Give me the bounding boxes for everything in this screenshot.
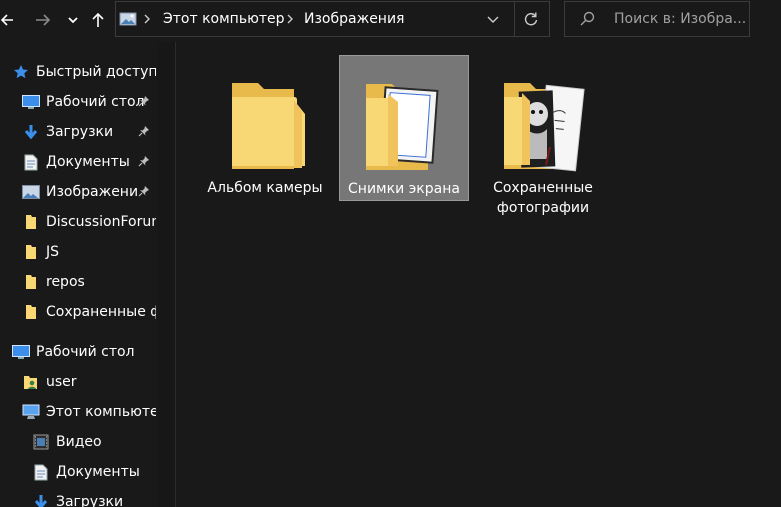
download-icon: [32, 493, 50, 507]
arrow-right-icon[interactable]: [34, 10, 52, 30]
nav-label: Документы: [46, 154, 130, 170]
nav-downloads-pinned[interactable]: Загрузки: [22, 117, 113, 147]
folder-label: Снимки экрана: [348, 181, 460, 197]
pin-icon[interactable]: [138, 155, 150, 171]
nav-documents-pinned[interactable]: Документы: [22, 147, 130, 177]
nav-documents[interactable]: Документы: [32, 457, 140, 487]
document-icon: [22, 153, 40, 171]
folder-tile-camera-roll[interactable]: Альбом камеры: [200, 55, 330, 201]
address-dropdown-icon[interactable]: [486, 13, 500, 29]
nav-quick-access[interactable]: Быстрый доступ: [12, 57, 156, 87]
nav-label: Сохраненные ф: [46, 304, 156, 320]
download-icon: [22, 123, 40, 141]
pin-icon[interactable]: [138, 95, 150, 111]
nav-label: DiscussionForum: [46, 214, 156, 230]
pictures-icon: [22, 183, 40, 201]
nav-label: Изображени: [46, 184, 139, 200]
folder-icon: [22, 303, 40, 321]
chevron-down-icon[interactable]: [66, 10, 80, 30]
nav-repos[interactable]: repos: [22, 267, 85, 297]
folder-icon: [504, 83, 585, 172]
nav-label: Этот компьютер: [46, 404, 156, 420]
nav-label: Быстрый доступ: [36, 64, 156, 80]
pane-divider[interactable]: [175, 42, 176, 507]
search-box[interactable]: Поиск в: Изобра...: [564, 1, 750, 37]
user-folder-icon: [22, 373, 40, 391]
video-icon: [32, 433, 50, 451]
nav-label: Видео: [56, 434, 102, 450]
nav-scrollbar[interactable]: [157, 42, 175, 507]
nav-downloads[interactable]: Загрузки: [32, 487, 123, 507]
nav-desktop[interactable]: Рабочий стол: [12, 337, 135, 367]
computer-icon: [22, 403, 40, 421]
desktop-icon: [12, 343, 30, 361]
breadcrumb-pictures[interactable]: Изображения: [304, 11, 404, 27]
folder-icon: [22, 213, 40, 231]
folder-icon: [22, 273, 40, 291]
search-placeholder: Поиск в: Изобра...: [614, 11, 747, 27]
pin-icon[interactable]: [138, 125, 150, 141]
search-icon: [579, 11, 595, 31]
address-separator: [514, 2, 515, 36]
nav-label: Рабочий стол: [36, 344, 135, 360]
star-icon: [12, 63, 30, 81]
nav-label: JS: [46, 244, 60, 260]
nav-label: Загрузки: [46, 124, 114, 140]
pictures-icon: [119, 11, 137, 31]
address-bar[interactable]: Этот компьютер Изображения: [115, 1, 550, 37]
refresh-icon[interactable]: [523, 11, 539, 31]
folder-label-line: Сохраненные: [493, 180, 593, 196]
nav-label: user: [46, 374, 77, 390]
breadcrumb-this-pc[interactable]: Этот компьютер: [163, 11, 285, 27]
pin-icon[interactable]: [138, 185, 150, 201]
arrow-up-icon[interactable]: [90, 10, 106, 30]
folder-icon: [22, 243, 40, 261]
navigation-pane: Быстрый доступ Рабочий стол Загрузки Док…: [0, 42, 156, 507]
folder-label-multiline: Сохраненные фотографии: [478, 178, 608, 218]
document-icon: [32, 463, 50, 481]
folder-tile-saved-photos[interactable]: Сохраненные фотографии: [478, 55, 608, 216]
nav-user[interactable]: user: [22, 367, 77, 397]
folder-icon: [232, 83, 305, 169]
nav-video[interactable]: Видео: [32, 427, 102, 457]
nav-saved-photos[interactable]: Сохраненные ф: [22, 297, 156, 327]
arrow-left-icon[interactable]: [0, 10, 14, 30]
toolbar: Этот компьютер Изображения Поиск в: Изоб…: [0, 0, 781, 42]
breadcrumb-chevron-icon[interactable]: [286, 13, 294, 29]
nav-desktop-pinned[interactable]: Рабочий стол: [22, 87, 145, 117]
nav-label: repos: [46, 274, 85, 290]
nav-this-pc[interactable]: Этот компьютер: [22, 397, 156, 427]
nav-label: Рабочий стол: [46, 94, 145, 110]
nav-label: Загрузки: [56, 494, 124, 507]
nav-discussionforum[interactable]: DiscussionForum: [22, 207, 156, 237]
nav-label: Документы: [56, 464, 140, 480]
folder-icon: [366, 84, 439, 170]
nav-pictures-pinned[interactable]: Изображени: [22, 177, 138, 207]
desktop-icon: [22, 93, 40, 111]
nav-js[interactable]: JS: [22, 237, 59, 267]
breadcrumb-chevron-icon[interactable]: [143, 13, 151, 29]
folder-tile-screenshots[interactable]: Снимки экрана: [339, 55, 469, 201]
folder-label-line: фотографии: [496, 200, 590, 216]
folder-label: Альбом камеры: [207, 180, 323, 196]
